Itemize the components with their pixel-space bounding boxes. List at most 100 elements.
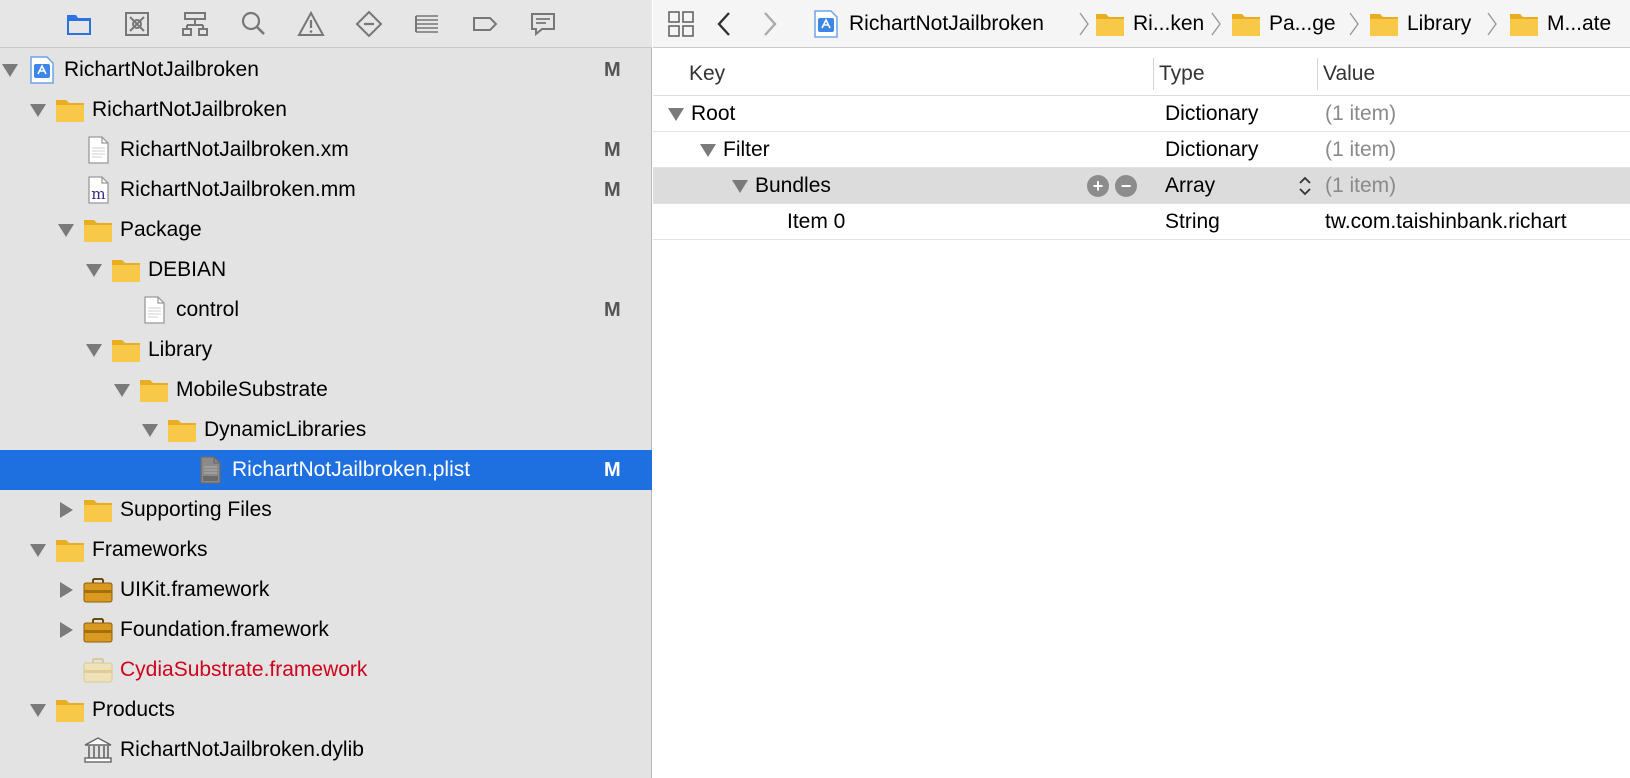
breadcrumb-folder[interactable]: Library: [1369, 0, 1471, 48]
tree-row-label: control: [176, 298, 240, 321]
column-header-type[interactable]: Type: [1159, 52, 1205, 96]
disclosure-expanded-icon[interactable]: [84, 340, 104, 360]
source-control-navigator-icon[interactable]: [119, 6, 155, 42]
tree-row-framework[interactable]: Foundation.framework: [0, 610, 652, 650]
plist-value[interactable]: tw.com.taishinbank.richart: [1325, 204, 1567, 240]
tree-row-file-selected[interactable]: RichartNotJailbroken.plist M: [0, 450, 652, 490]
framework-icon: [82, 615, 114, 645]
disclosure-expanded-icon[interactable]: [699, 132, 717, 168]
plist-row-filter[interactable]: Filter Dictionary (1 item): [653, 132, 1630, 168]
tree-row-group[interactable]: DynamicLibraries: [0, 410, 652, 450]
symbol-navigator-icon[interactable]: [177, 6, 213, 42]
disclosure-expanded-icon[interactable]: [667, 96, 685, 132]
column-header-key[interactable]: Key: [689, 52, 725, 96]
issue-navigator-icon[interactable]: [293, 6, 329, 42]
tree-row-project[interactable]: RichartNotJailbroken M: [0, 50, 652, 90]
breadcrumb-label: Pa...ge: [1269, 12, 1336, 35]
tree-row-group[interactable]: Products: [0, 690, 652, 730]
folder-icon: [166, 415, 198, 445]
column-header-value[interactable]: Value: [1323, 52, 1375, 96]
disclosure-expanded-icon[interactable]: [112, 380, 132, 400]
folder-icon: [1509, 10, 1539, 38]
disclosure-collapsed-icon[interactable]: [56, 500, 76, 520]
tree-row-group[interactable]: Library: [0, 330, 652, 370]
plist-value: (1 item): [1325, 174, 1397, 197]
disclosure-collapsed-icon[interactable]: [56, 580, 76, 600]
tree-row-label: MobileSubstrate: [176, 378, 328, 401]
tree-row-framework[interactable]: UIKit.framework: [0, 570, 652, 610]
tree-row-file[interactable]: m RichartNotJailbroken.mm M: [0, 170, 652, 210]
plus-icon: +: [1087, 175, 1109, 197]
disclosure-collapsed-icon[interactable]: [56, 620, 76, 640]
tree-row-group[interactable]: Package: [0, 210, 652, 250]
disclosure-expanded-icon[interactable]: [28, 540, 48, 560]
project-navigator: RichartNotJailbroken M RichartNotJailbro…: [0, 0, 652, 778]
breadcrumb-separator-icon: [1349, 12, 1359, 36]
tree-row-label: RichartNotJailbroken.plist: [232, 458, 471, 481]
tree-row-group[interactable]: DEBIAN: [0, 250, 652, 290]
related-items-icon[interactable]: [663, 6, 699, 42]
tree-row-label: RichartNotJailbroken: [92, 98, 287, 121]
plist-type[interactable]: String: [1165, 204, 1220, 240]
disclosure-expanded-icon[interactable]: [731, 168, 749, 204]
plist-row-root[interactable]: Root Dictionary (1 item): [653, 96, 1630, 132]
tree-row-label: DEBIAN: [148, 258, 227, 281]
find-navigator-icon[interactable]: [235, 6, 271, 42]
plist-type[interactable]: Dictionary: [1165, 96, 1258, 132]
plist-key: Root: [691, 102, 736, 125]
type-popup-stepper-icon[interactable]: [1297, 168, 1313, 204]
disclosure-expanded-icon[interactable]: [0, 60, 20, 80]
framework-icon: [82, 575, 114, 605]
disclosure-expanded-icon[interactable]: [56, 220, 76, 240]
breadcrumb-separator-icon: [1487, 12, 1497, 36]
disclosure-expanded-icon[interactable]: [28, 700, 48, 720]
tree-row-group[interactable]: RichartNotJailbroken: [0, 90, 652, 130]
modified-badge: M: [604, 58, 621, 81]
remove-item-button[interactable]: −: [1115, 168, 1137, 204]
report-navigator-icon[interactable]: [525, 6, 561, 42]
breadcrumb-label: M...ate: [1547, 12, 1612, 35]
plist-key: Bundles: [755, 174, 831, 197]
file-icon: [138, 295, 170, 325]
tree-row-file[interactable]: RichartNotJailbroken.xm M: [0, 130, 652, 170]
forward-chevron-icon[interactable]: [751, 6, 787, 42]
tree-row-group[interactable]: Frameworks: [0, 530, 652, 570]
breadcrumb-folder[interactable]: Pa...ge: [1231, 0, 1336, 48]
modified-badge: M: [604, 458, 621, 481]
plist-type[interactable]: Array: [1165, 168, 1215, 204]
back-chevron-icon[interactable]: [707, 6, 743, 42]
project-navigator-icon[interactable]: [61, 6, 97, 42]
breadcrumb-label: RichartNotJailbroken: [849, 12, 1044, 35]
file-icon: [82, 135, 114, 165]
tree-row-label: RichartNotJailbroken.mm: [120, 178, 356, 201]
tree-row-label: RichartNotJailbroken: [64, 58, 259, 81]
project-icon: [811, 10, 841, 38]
modified-badge: M: [604, 138, 621, 161]
column-divider[interactable]: [1317, 58, 1318, 90]
tree-row-group[interactable]: MobileSubstrate: [0, 370, 652, 410]
plist-row-bundles[interactable]: Bundles + − Array (1 item): [653, 168, 1630, 204]
library-icon: [82, 735, 114, 765]
test-navigator-icon[interactable]: [351, 6, 387, 42]
tree-row-group[interactable]: Supporting Files: [0, 490, 652, 530]
disclosure-expanded-icon[interactable]: [28, 100, 48, 120]
tree-row-product[interactable]: RichartNotJailbroken.dylib: [0, 730, 652, 770]
breadcrumb-folder[interactable]: M...ate: [1509, 0, 1611, 48]
plist-row-item[interactable]: Item 0 String tw.com.taishinbank.richart: [653, 204, 1630, 240]
breadcrumb-folder[interactable]: Ri...ken: [1095, 0, 1204, 48]
tree-row-file[interactable]: control M: [0, 290, 652, 330]
breakpoint-navigator-icon[interactable]: [467, 6, 503, 42]
add-item-button[interactable]: +: [1087, 168, 1109, 204]
column-divider[interactable]: [1153, 58, 1154, 90]
project-icon: [26, 55, 58, 85]
folder-icon: [54, 535, 86, 565]
debug-navigator-icon[interactable]: [409, 6, 445, 42]
tree-row-framework-missing[interactable]: CydiaSubstrate.framework: [0, 650, 652, 690]
tree-row-label: Products: [92, 698, 175, 721]
folder-icon: [82, 495, 114, 525]
disclosure-expanded-icon[interactable]: [140, 420, 160, 440]
tree-row-label: Library: [148, 338, 213, 361]
plist-type[interactable]: Dictionary: [1165, 132, 1258, 168]
breadcrumb-project[interactable]: RichartNotJailbroken: [811, 0, 1044, 48]
disclosure-expanded-icon[interactable]: [84, 260, 104, 280]
